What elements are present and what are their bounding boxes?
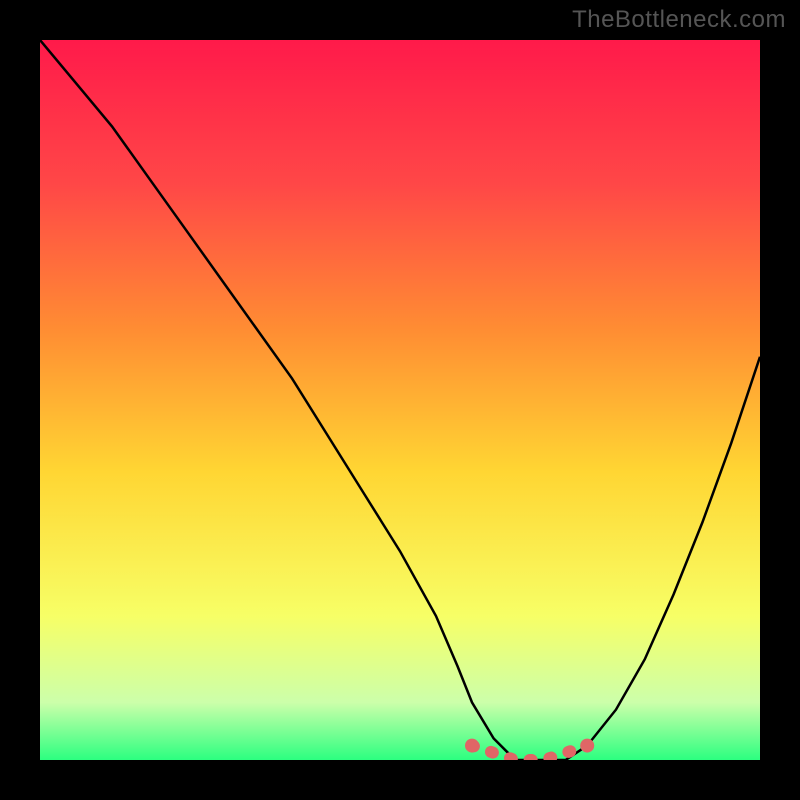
optimal-zone-endpoint (580, 739, 594, 753)
gradient-background (40, 40, 760, 760)
optimal-zone-endpoint (465, 739, 479, 753)
watermark-text: TheBottleneck.com (572, 6, 786, 34)
bottleneck-chart (40, 40, 760, 760)
chart-container (40, 40, 760, 760)
